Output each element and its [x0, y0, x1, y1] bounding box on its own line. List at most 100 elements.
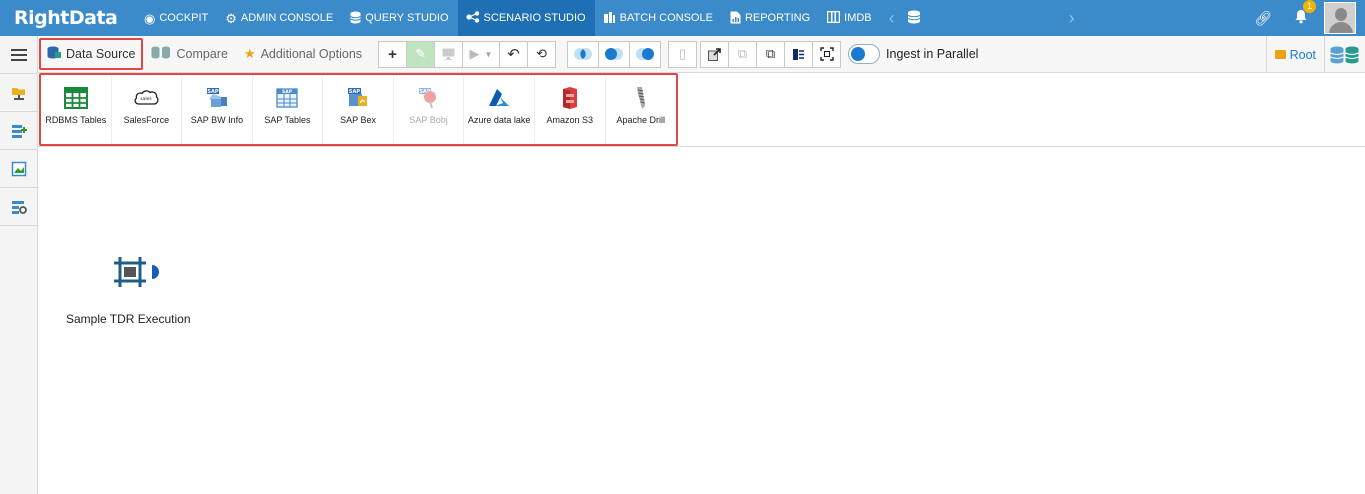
user-avatar[interactable] [1324, 2, 1356, 34]
add-scenario-icon [12, 124, 27, 138]
source-azure-data-lake[interactable]: Azure data lake [464, 75, 535, 144]
source-label: Amazon S3 [546, 115, 593, 125]
split-button[interactable]: ▯ [668, 40, 698, 68]
join-button-group [567, 40, 662, 68]
compare-label: Compare [176, 47, 228, 61]
cockpit-icon: ◉ [144, 10, 156, 26]
preview-button[interactable] [434, 40, 464, 68]
menu-toggle-button[interactable] [0, 36, 38, 74]
svg-text:sales: sales [141, 96, 153, 102]
toggle-knob [851, 47, 866, 61]
nav-cockpit-label: COCKPIT [159, 12, 209, 24]
source-salesforce[interactable]: sales SalesForce [112, 75, 183, 144]
rightdata-logo[interactable]: RightData [0, 0, 136, 36]
link-icon[interactable]: 🔗︎ [1254, 10, 1272, 27]
inner-join-button[interactable] [567, 40, 600, 68]
sidebar-image-view[interactable] [0, 150, 38, 188]
root-label: Root [1289, 47, 1316, 62]
fit-screen-icon [819, 47, 834, 61]
left-sidebar [0, 36, 38, 494]
flow-split-button[interactable] [784, 40, 814, 68]
source-label: SAP Bex [340, 115, 376, 125]
nav-database-stack[interactable] [903, 0, 929, 36]
source-sap-tables[interactable]: SAP SAP Tables [253, 75, 324, 144]
additional-options-label: Additional Options [260, 47, 363, 61]
database-switch-button[interactable] [1325, 36, 1365, 73]
amazon-s3-icon [557, 85, 583, 111]
nav-query-studio[interactable]: QUERY STUDIO [342, 0, 457, 36]
nav-cockpit[interactable]: ◉ COCKPIT [136, 0, 217, 36]
left-join-icon [605, 48, 624, 60]
data-source-icon [47, 46, 61, 62]
export-button[interactable] [700, 40, 730, 68]
export-icon [708, 47, 721, 61]
svg-text:SAP: SAP [282, 89, 293, 95]
play-icon: ▶ [469, 46, 480, 61]
nav-batch-console[interactable]: BATCH CONSOLE [595, 0, 722, 36]
history-button[interactable]: ⟲ [527, 40, 557, 68]
azure-icon [486, 85, 512, 111]
sidebar-settings[interactable] [0, 188, 38, 226]
source-apache-drill[interactable]: Apache Drill [606, 75, 677, 144]
nav-reporting-label: REPORTING [744, 12, 811, 24]
compare-tab[interactable]: Compare [143, 39, 235, 69]
source-sap-bex[interactable]: SAP SAP Bex [323, 75, 394, 144]
misc-button-group: ⧉ ⧉ [700, 40, 842, 68]
nav-scenario-studio[interactable]: SCENARIO STUDIO [457, 0, 595, 36]
edit-icon: ✎ [415, 46, 426, 61]
edit-button[interactable]: ✎ [406, 40, 436, 68]
run-dropdown-icon: ▼ [484, 49, 493, 59]
sap-bobj-icon: SAP [416, 85, 442, 111]
sap-tables-icon: SAP [274, 85, 300, 111]
database-switch-icon [1330, 46, 1359, 63]
data-source-tab[interactable]: Data Source [39, 38, 144, 70]
nav-reporting[interactable]: REPORTING [722, 0, 819, 36]
notification-bell-icon[interactable]: 1 [1294, 0, 1316, 28]
monitor-icon [442, 48, 455, 60]
source-label: RDBMS Tables [45, 115, 107, 125]
source-sap-bw-info[interactable]: SAP SAP BW Info [182, 75, 253, 144]
toolbar-right: Root [1265, 36, 1365, 73]
ingest-parallel-toggle[interactable] [848, 44, 881, 64]
source-label: SAP Bobj [409, 115, 448, 125]
notification-badge: 1 [1303, 0, 1316, 13]
star-icon: ★ [243, 46, 256, 61]
sidebar-add-scenario[interactable] [0, 112, 38, 150]
plus-icon: + [388, 45, 397, 63]
run-button[interactable]: ▶ ▼ [462, 40, 501, 68]
gear-icon: ⚙ [225, 10, 237, 26]
group-button[interactable]: ⧉ [728, 40, 758, 68]
transform-button-group: ▯ [668, 40, 698, 68]
nav-scenario-studio-label: SCENARIO STUDIO [483, 12, 586, 24]
fit-screen-button[interactable] [812, 40, 842, 68]
add-button[interactable]: + [378, 40, 408, 68]
folder-icon [1274, 50, 1286, 59]
undo-button[interactable]: ↶ [499, 40, 529, 68]
scenario-canvas[interactable]: Sample TDR Execution [38, 148, 1365, 494]
left-join-button[interactable] [598, 40, 631, 68]
root-folder-button[interactable]: Root [1265, 36, 1325, 73]
compare-icon [151, 46, 171, 62]
scenario-toolbar: Data Source Compare ★ Additional Options… [38, 36, 1365, 73]
data-source-label: Data Source [66, 47, 136, 61]
right-join-button[interactable] [629, 40, 662, 68]
source-label: SalesForce [123, 115, 170, 125]
nav-imdb[interactable]: IMDB [819, 0, 881, 36]
nav-scroll-left-icon[interactable]: ‹ [881, 8, 903, 29]
copy-button[interactable]: ⧉ [756, 40, 786, 68]
nav-query-studio-label: QUERY STUDIO [365, 12, 449, 24]
folder-tree-icon [12, 87, 25, 100]
nav-scroll-right-icon[interactable]: › [1061, 8, 1083, 29]
source-label: Apache Drill [616, 115, 666, 125]
nav-admin-console[interactable]: ⚙ ADMIN CONSOLE [217, 0, 342, 36]
database-icon [350, 11, 361, 26]
sidebar-folder-tree[interactable] [0, 74, 38, 112]
source-amazon-s3[interactable]: Amazon S3 [535, 75, 606, 144]
source-label: SAP Tables [264, 115, 311, 125]
flow-split-icon [793, 48, 805, 60]
source-sap-bobj[interactable]: SAP SAP Bobj [394, 75, 465, 144]
source-rdbms-tables[interactable]: RDBMS Tables [41, 75, 112, 144]
copy-icon: ⧉ [765, 46, 776, 61]
columns-icon [826, 10, 841, 25]
additional-options-tab[interactable]: ★ Additional Options [236, 39, 370, 69]
